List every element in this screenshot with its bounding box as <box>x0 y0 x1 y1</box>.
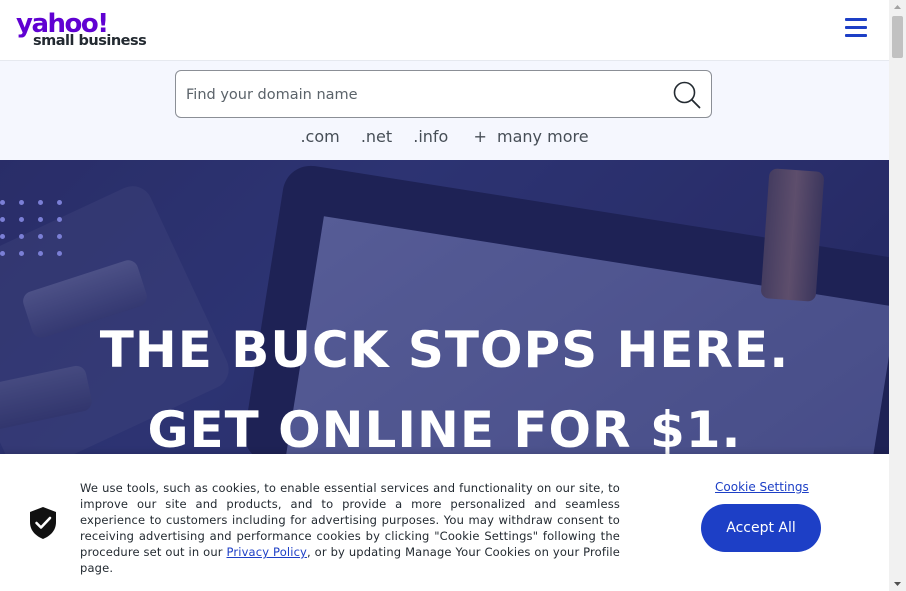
cookie-notice-text: We use tools, such as cookies, to enable… <box>80 480 620 576</box>
yahoo-small-business-logo[interactable]: yahoo! small business <box>16 10 156 52</box>
tld-list: .com .net .info + many more <box>0 127 889 146</box>
scroll-down-arrow-icon[interactable] <box>889 577 906 591</box>
hero-headline-line2: GET ONLINE FOR $1. <box>147 401 742 459</box>
cookie-settings-link[interactable]: Cookie Settings <box>715 480 809 494</box>
scroll-up-arrow-icon[interactable] <box>889 0 906 14</box>
hamburger-menu-icon[interactable] <box>843 15 869 39</box>
scrollbar-thumb[interactable] <box>892 16 903 58</box>
hero-headline-line1: THE BUCK STOPS HERE. <box>99 321 790 379</box>
search-icon[interactable] <box>672 80 702 110</box>
hero-banner: THE BUCK STOPS HERE. GET ONLINE FOR $1. <box>0 160 889 460</box>
accept-all-button[interactable]: Accept All <box>701 504 821 552</box>
tld-net[interactable]: .net <box>361 127 392 146</box>
privacy-policy-link[interactable]: Privacy Policy <box>227 545 308 559</box>
domain-search-box <box>175 70 712 118</box>
tld-many-more[interactable]: + many more <box>473 127 588 146</box>
cookie-consent-banner: We use tools, such as cookies, to enable… <box>0 454 889 591</box>
shield-check-icon <box>30 507 56 539</box>
domain-search-section: .com .net .info + many more <box>0 61 889 160</box>
decorative-dots <box>0 200 70 260</box>
page: yahoo! small business .com .net .info + … <box>0 0 889 591</box>
tld-com[interactable]: .com <box>300 127 339 146</box>
page-scrollbar[interactable] <box>889 0 906 591</box>
tld-info[interactable]: .info <box>413 127 448 146</box>
domain-search-input[interactable] <box>184 81 658 109</box>
site-header: yahoo! small business <box>0 0 889 61</box>
logo-sub: small business <box>33 33 147 49</box>
